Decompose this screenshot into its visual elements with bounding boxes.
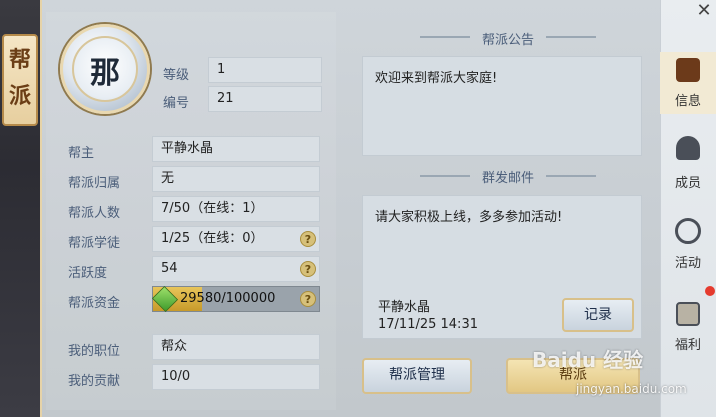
member-count-value: 7/50（在线：1） [152,196,320,222]
contribution-value: 10/0 [152,364,320,390]
position-label: 我的职位 [68,344,121,359]
id-value: 21 [208,86,322,112]
mail-deco-right [546,175,596,177]
record-button[interactable]: 记录 [562,298,634,332]
activity-label: 活跃度 [68,266,108,281]
guild-manage-button[interactable]: 帮派管理 [362,358,472,394]
gift-icon [676,302,700,326]
tab-info[interactable]: 信息 [660,52,716,114]
activity-value: 54 [152,256,320,282]
mail-sender: 平静水晶 [378,300,431,315]
affiliation-label: 帮派归属 [68,176,121,191]
announcement-deco-left [420,36,470,38]
members-icon [676,136,700,160]
notification-dot [705,286,715,296]
apprentice-help-icon[interactable]: ? [300,231,316,247]
watermark-text: Baidu 经验 [532,348,644,372]
guild-title-char-1: 帮 [9,47,32,73]
mail-deco-left [420,175,470,177]
apprentice-label: 帮派学徒 [68,236,121,251]
tab-activity-label: 活动 [674,256,701,271]
announcement-title: 帮派公告 [481,33,534,48]
level-label: 等级 [163,68,190,83]
close-icon[interactable]: ✕ [693,0,715,22]
activity-icon [675,218,701,244]
leader-value: 平静水晶 [152,136,320,162]
funds-help-icon[interactable]: ? [300,291,316,307]
mail-text: 请大家积极上线，多多参加活动! [375,210,563,225]
tab-members[interactable]: 成员 [660,132,716,194]
announcement-text: 欢迎来到帮派大家庭! [375,71,498,86]
tab-activity[interactable]: 活动 [660,214,716,276]
affiliation-value: 无 [152,166,320,192]
tab-info-label: 信息 [674,94,701,109]
tab-members-label: 成员 [674,176,701,191]
mail-title: 群发邮件 [481,171,534,186]
contribution-label: 我的贡献 [68,374,121,389]
mail-time: 17/11/25 14:31 [378,317,478,332]
funds-value: 29580/100000 [180,291,276,306]
leader-label: 帮主 [68,146,95,161]
level-value: 1 [208,57,322,83]
id-label: 编号 [163,96,190,111]
watermark-url: jingyan.baidu.com [576,382,687,396]
position-value: 帮众 [152,334,320,360]
member-count-label: 帮派人数 [68,206,121,221]
funds-label: 帮派资金 [68,296,121,311]
guild-emblem-char: 那 [90,56,120,91]
guild-title-char-2: 派 [9,83,32,109]
apprentice-value: 1/25（在线：0） [152,226,320,252]
info-icon [676,58,700,82]
announcement-deco-right [546,36,596,38]
activity-help-icon[interactable]: ? [300,261,316,277]
